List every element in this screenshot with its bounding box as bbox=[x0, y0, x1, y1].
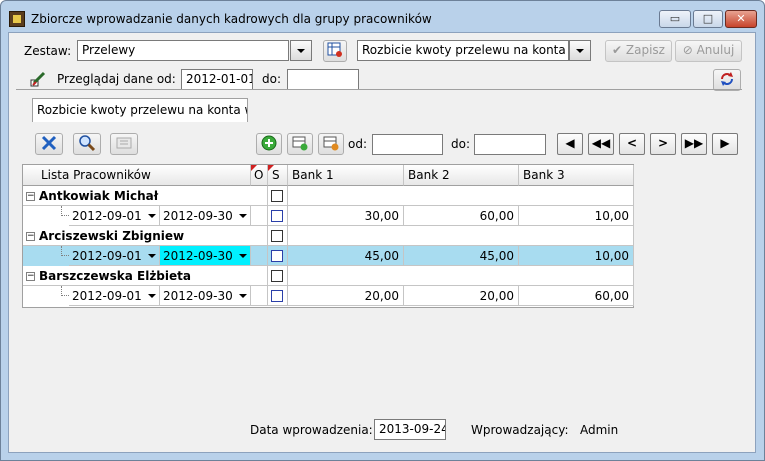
window-title: Zbiorcze wprowadzanie danych kadrowych d… bbox=[31, 12, 432, 26]
grid-config-icon bbox=[327, 42, 342, 57]
zestaw-dropdown-button[interactable] bbox=[290, 40, 312, 61]
bank3-cell[interactable]: 60,00 bbox=[519, 286, 634, 306]
row-date-from[interactable]: 2012-09-01 bbox=[69, 286, 160, 306]
bank2-cell[interactable]: 20,00 bbox=[404, 286, 519, 306]
col-s-marker bbox=[268, 165, 274, 171]
tab-rozbicie[interactable]: Rozbicie kwoty przelewu na konta w ró... bbox=[32, 98, 248, 122]
calculator-button[interactable] bbox=[110, 133, 138, 155]
group-checkbox[interactable] bbox=[271, 190, 283, 202]
nav-prev-page-button[interactable]: ◀◀ bbox=[588, 133, 614, 155]
group-row[interactable]: Arciszewski Zbigniew bbox=[23, 226, 251, 246]
bank1-cell[interactable]: 45,00 bbox=[288, 246, 404, 266]
title-bar[interactable]: Zbiorcze wprowadzanie danych kadrowych d… bbox=[1, 1, 764, 35]
toolbar-do-label: do: bbox=[451, 137, 471, 151]
browse-date-from[interactable]: 2012-01-01 bbox=[181, 69, 253, 90]
col-header-bank2[interactable]: Bank 2 bbox=[404, 165, 519, 186]
check-icon: ✔ bbox=[612, 43, 623, 57]
bank2-cell[interactable]: 45,00 bbox=[404, 246, 519, 266]
search-icon bbox=[79, 135, 96, 152]
group-row[interactable]: Antkowiak Michał bbox=[23, 186, 251, 206]
refresh-icon bbox=[721, 72, 733, 86]
employee-grid[interactable]: Lista Pracowników O S Bank 1 Bank 2 Bank… bbox=[22, 164, 634, 308]
browse-do-label: do: bbox=[262, 72, 282, 86]
browse-date-to[interactable] bbox=[287, 69, 359, 90]
zestaw-select[interactable]: Przelewy bbox=[77, 40, 289, 61]
bank3-cell[interactable]: 10,00 bbox=[519, 206, 634, 226]
group-checkbox[interactable] bbox=[271, 230, 283, 242]
collapse-icon[interactable]: − bbox=[26, 272, 35, 281]
save-button[interactable]: ✔ Zapisz bbox=[605, 40, 672, 62]
toolbar-od-input[interactable] bbox=[372, 134, 443, 155]
bank1-cell[interactable]: 30,00 bbox=[288, 206, 404, 226]
col-header-bank3[interactable]: Bank 3 bbox=[519, 165, 634, 186]
entry-date-label: Data wprowadzenia: bbox=[250, 423, 373, 437]
add-button[interactable] bbox=[256, 133, 282, 155]
col-o-marker bbox=[251, 165, 257, 171]
row-date-to[interactable]: 2012-09-30 bbox=[160, 206, 251, 226]
browse-label: Przeglądaj dane od: bbox=[57, 72, 176, 86]
add-icon bbox=[261, 135, 277, 151]
refresh-button[interactable] bbox=[713, 69, 741, 91]
entered-by-value: Admin bbox=[580, 423, 619, 437]
entry-date-field[interactable]: 2013-09-24 bbox=[374, 419, 446, 440]
config-select[interactable]: Rozbicie kwoty przelewu na konta w r... bbox=[357, 40, 569, 61]
maximize-button[interactable]: □ bbox=[693, 10, 723, 28]
edit-pencil-icon bbox=[30, 71, 46, 87]
row-date-to[interactable]: 2012-09-30 bbox=[160, 286, 251, 306]
minimize-button[interactable]: ▭ bbox=[659, 10, 691, 28]
add-row-icon bbox=[292, 136, 308, 151]
config-dropdown-button[interactable] bbox=[569, 40, 591, 61]
group-checkbox[interactable] bbox=[271, 270, 283, 282]
nav-prev-button[interactable]: < bbox=[619, 133, 645, 155]
row-date-to-active[interactable]: 2012-09-30 bbox=[160, 246, 251, 266]
collapse-icon[interactable]: − bbox=[26, 192, 35, 201]
edit-row-button[interactable] bbox=[318, 133, 344, 155]
close-button[interactable]: ✕ bbox=[725, 10, 757, 28]
bank3-cell[interactable]: 10,00 bbox=[519, 246, 634, 266]
calculator-icon bbox=[116, 137, 132, 149]
row-date-from[interactable]: 2012-09-01 bbox=[69, 206, 160, 226]
bank2-cell[interactable]: 60,00 bbox=[404, 206, 519, 226]
cancel-button[interactable]: ⊘ Anuluj bbox=[675, 40, 742, 62]
row-date-from[interactable]: 2012-09-01 bbox=[69, 246, 160, 266]
config-icon-button[interactable] bbox=[323, 40, 347, 62]
cancel-icon: ⊘ bbox=[682, 43, 693, 57]
row-checkbox[interactable] bbox=[271, 290, 283, 302]
tools-icon bbox=[41, 135, 57, 151]
collapse-icon[interactable]: − bbox=[26, 232, 35, 241]
nav-first-button[interactable]: ◀ bbox=[557, 133, 583, 155]
edit-row-icon bbox=[323, 136, 339, 151]
add-row-button[interactable] bbox=[287, 133, 313, 155]
search-button[interactable] bbox=[73, 133, 101, 155]
group-row[interactable]: Barszczewska Elżbieta bbox=[23, 266, 251, 286]
toolbar-od-label: od: bbox=[348, 137, 368, 151]
row-checkbox[interactable] bbox=[271, 210, 283, 222]
nav-last-button[interactable]: ▶ bbox=[712, 133, 738, 155]
row-checkbox[interactable] bbox=[271, 250, 283, 262]
bank1-cell[interactable]: 20,00 bbox=[288, 286, 404, 306]
entered-by-label: Wprowadzający: bbox=[471, 423, 569, 437]
app-icon bbox=[9, 11, 25, 27]
nav-next-page-button[interactable]: ▶▶ bbox=[681, 133, 707, 155]
col-header-bank1[interactable]: Bank 1 bbox=[288, 165, 404, 186]
tools-button[interactable] bbox=[35, 133, 63, 155]
col-header-employees[interactable]: Lista Pracowników bbox=[23, 165, 251, 186]
toolbar-do-input[interactable] bbox=[474, 134, 546, 155]
nav-next-button[interactable]: > bbox=[650, 133, 676, 155]
zestaw-label: Zestaw: bbox=[24, 44, 72, 58]
